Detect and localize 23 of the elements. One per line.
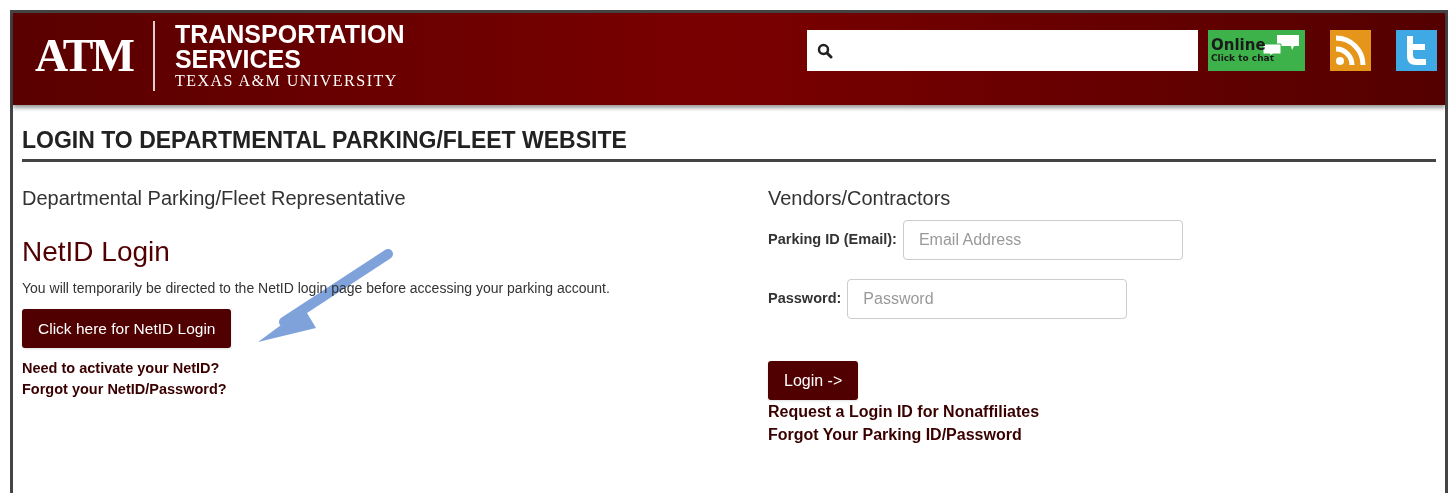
search-field[interactable]: [807, 30, 1198, 71]
help-link[interactable]: Need to activate your NetID?: [22, 358, 227, 379]
university-name: TEXAS A&M UNIVERSITY: [174, 71, 399, 91]
field-label: Password:: [768, 289, 842, 309]
help-link[interactable]: Forgot Your Parking ID/Password: [768, 423, 1040, 446]
help-link[interactable]: Forgot your NetID/Password?: [22, 379, 227, 400]
help-link[interactable]: Request a Login ID for Nonaffiliates: [768, 400, 1040, 423]
section-heading: Vendors/Contractors: [768, 186, 951, 210]
field-label: Parking ID (Email):: [768, 230, 897, 250]
bird-letter-icon[interactable]: [1396, 30, 1437, 71]
site-title: SERVICES: [174, 47, 302, 71]
section-subheading: NetID Login: [22, 236, 170, 268]
site-title: TRANSPORTATION: [174, 21, 405, 47]
section-heading: Departmental Parking/Fleet Representative: [22, 186, 406, 210]
text-input[interactable]: Password: [847, 279, 1128, 319]
text-input[interactable]: Email Address: [902, 220, 1183, 260]
login-button[interactable]: Login ->: [768, 361, 859, 400]
netid-login-button[interactable]: Click here for NetID Login: [22, 309, 232, 348]
logo-mark[interactable]: ATM: [35, 33, 133, 79]
chat-badge[interactable]: Online Click to chat: [1208, 30, 1305, 71]
rss-icon[interactable]: [1330, 30, 1371, 71]
search-icon: [817, 42, 833, 59]
page-title: LOGIN TO DEPARTMENTAL PARKING/FLEET WEBSITE: [22, 126, 628, 155]
